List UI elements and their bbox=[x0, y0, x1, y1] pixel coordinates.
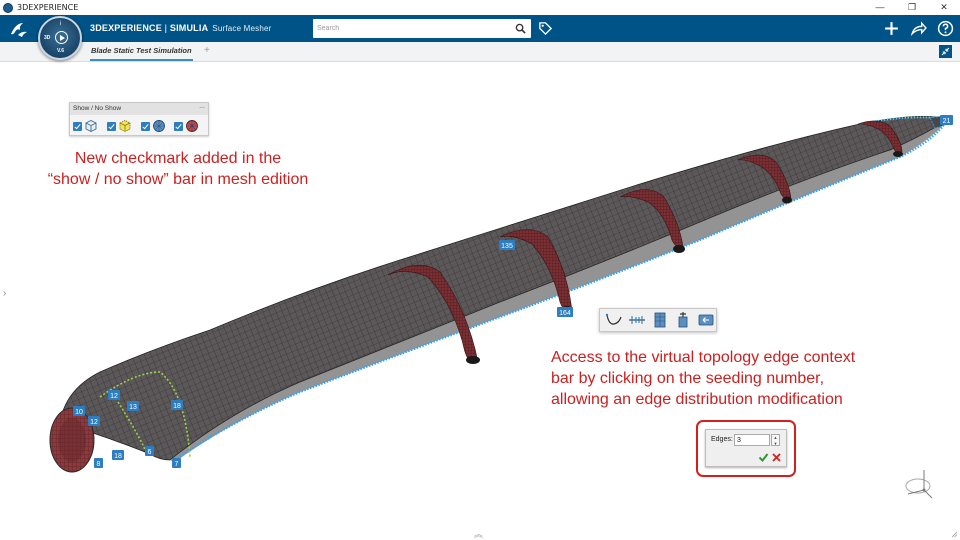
show-item-geometry[interactable] bbox=[73, 119, 104, 133]
side-panel-expand-icon[interactable]: › bbox=[3, 288, 6, 299]
edges-label: Edges: bbox=[711, 436, 733, 443]
confirm-check-icon[interactable] bbox=[758, 452, 769, 463]
tag-icon[interactable] bbox=[538, 21, 553, 36]
annotation-right-line3: allowing an edge distribution modificati… bbox=[551, 391, 843, 408]
brand-title: 3DEXPERIENCE | SIMULIA Surface Mesher bbox=[90, 23, 272, 33]
brand-product: SIMULIA bbox=[169, 23, 209, 33]
tab-blade-static-test[interactable]: Blade Static Test Simulation bbox=[90, 44, 193, 61]
compass-play-icon[interactable] bbox=[55, 31, 68, 44]
add-tab-button[interactable]: + bbox=[204, 45, 210, 56]
show-bar-header[interactable]: Show / No Show ... bbox=[70, 103, 208, 115]
edges-spinner[interactable]: ▲ ▼ bbox=[771, 434, 780, 446]
help-icon[interactable] bbox=[937, 20, 954, 37]
brand-separator: | bbox=[161, 23, 170, 33]
edge-constraint-icon[interactable] bbox=[673, 311, 693, 329]
seed-label-root-f[interactable]: 18 bbox=[114, 453, 122, 460]
window-title: 3DEXPERIENCE bbox=[17, 3, 79, 12]
compass-i-label: i bbox=[60, 21, 62, 27]
close-button[interactable]: ✕ bbox=[928, 0, 960, 15]
os-titlebar: 3DEXPERIENCE — ❐ ✕ bbox=[0, 0, 960, 15]
app-window: 3DEXPERIENCE — ❐ ✕ 3DEXPERIENCE | SIMULI… bbox=[0, 0, 960, 540]
annotation-left-line2: “show / no show” bar in mesh edition bbox=[47, 171, 309, 188]
edge-context-toolbar bbox=[599, 308, 717, 332]
edge-mesh-icon[interactable] bbox=[650, 311, 670, 329]
edge-curve-icon[interactable] bbox=[604, 311, 624, 329]
seed-label-135[interactable]: 135 bbox=[501, 243, 513, 250]
brand-main: 3DEXPERIENCE bbox=[90, 23, 162, 33]
edge-update-icon[interactable] bbox=[696, 311, 716, 329]
compass-3d-label: 3D bbox=[44, 35, 51, 41]
show-bar-title: Show / No Show bbox=[73, 105, 122, 112]
seed-label-root-d[interactable]: 10 bbox=[75, 409, 83, 416]
show-item-blue-mesh[interactable] bbox=[140, 119, 172, 133]
collapse-icon[interactable] bbox=[939, 45, 952, 58]
seed-label-root-i[interactable]: 8 bbox=[97, 461, 101, 468]
viewport-3d[interactable]: 21 135 164 12 13 18 10 12 18 6 7 8 Show … bbox=[0, 62, 960, 540]
show-items bbox=[70, 115, 208, 137]
tab-bar: Blade Static Test Simulation + bbox=[0, 42, 960, 62]
edges-highlight-frame: Edges: ▲▼ bbox=[696, 420, 796, 477]
seed-label-root-c[interactable]: 18 bbox=[173, 403, 181, 410]
show-item-yellow-mesh[interactable] bbox=[106, 119, 138, 133]
search-icon[interactable] bbox=[515, 23, 526, 34]
app-header: 3DEXPERIENCE | SIMULIA Surface Mesher bbox=[0, 15, 960, 42]
edges-panel: Edges: ▲▼ bbox=[705, 429, 787, 467]
cancel-x-icon[interactable] bbox=[771, 452, 782, 463]
restore-button[interactable]: ❐ bbox=[896, 0, 928, 15]
minimize-button[interactable]: — bbox=[864, 0, 896, 15]
annotation-right-line1: Access to the virtual topology edge cont… bbox=[551, 349, 856, 366]
search-input[interactable] bbox=[317, 22, 507, 35]
red-mesh-icon bbox=[186, 120, 199, 132]
show-bar-menu-icon[interactable]: ... bbox=[199, 101, 205, 113]
share-icon[interactable] bbox=[910, 20, 927, 37]
annotation-context-bar: Access to the virtual topology edge cont… bbox=[551, 347, 951, 410]
annotation-show-bar: New checkmark added in the “show / no sh… bbox=[26, 148, 330, 190]
compass-version: V.6 bbox=[57, 48, 65, 54]
edge-distribution-icon[interactable] bbox=[627, 311, 647, 329]
geometry-cube-icon bbox=[85, 119, 97, 133]
search-box[interactable] bbox=[313, 19, 531, 38]
edges-count-input[interactable] bbox=[734, 434, 770, 446]
show-red-mesh-checkbox[interactable] bbox=[174, 121, 184, 131]
show-geometry-checkbox[interactable] bbox=[73, 121, 82, 131]
yellow-mesh-cube-icon bbox=[119, 119, 131, 133]
app-logo-icon bbox=[3, 2, 13, 13]
show-yellow-mesh-checkbox[interactable] bbox=[106, 121, 116, 131]
seed-label-root-e[interactable]: 12 bbox=[90, 419, 98, 426]
brand-app: Surface Mesher bbox=[212, 24, 272, 33]
plus-icon[interactable] bbox=[883, 20, 900, 37]
seed-label-root-h[interactable]: 7 bbox=[175, 461, 179, 468]
bottom-panel-chevron-icon[interactable]: ︽ bbox=[474, 527, 483, 540]
compass-widget[interactable]: i 3D V.6 bbox=[38, 16, 82, 60]
seed-label-164[interactable]: 164 bbox=[559, 310, 571, 317]
resize-grip-icon[interactable] bbox=[950, 530, 958, 538]
window-controls: — ❐ ✕ bbox=[864, 0, 960, 15]
seed-label-tip[interactable]: 21 bbox=[943, 118, 951, 125]
ds-logo-icon[interactable] bbox=[8, 19, 30, 39]
show-blue-mesh-checkbox[interactable] bbox=[140, 121, 150, 131]
seed-label-root-b[interactable]: 13 bbox=[129, 404, 137, 411]
seed-label-root-g[interactable]: 6 bbox=[148, 449, 152, 456]
annotation-left-line1: New checkmark added in the bbox=[74, 150, 282, 167]
show-no-show-bar: Show / No Show ... bbox=[69, 102, 209, 136]
blue-mesh-icon bbox=[152, 120, 165, 132]
annotation-right-line2: bar by clicking on the seeding number, bbox=[551, 370, 825, 387]
seed-label-root-a[interactable]: 12 bbox=[110, 393, 118, 400]
show-item-red-mesh[interactable] bbox=[174, 119, 205, 133]
orientation-triad-icon[interactable] bbox=[898, 464, 938, 504]
